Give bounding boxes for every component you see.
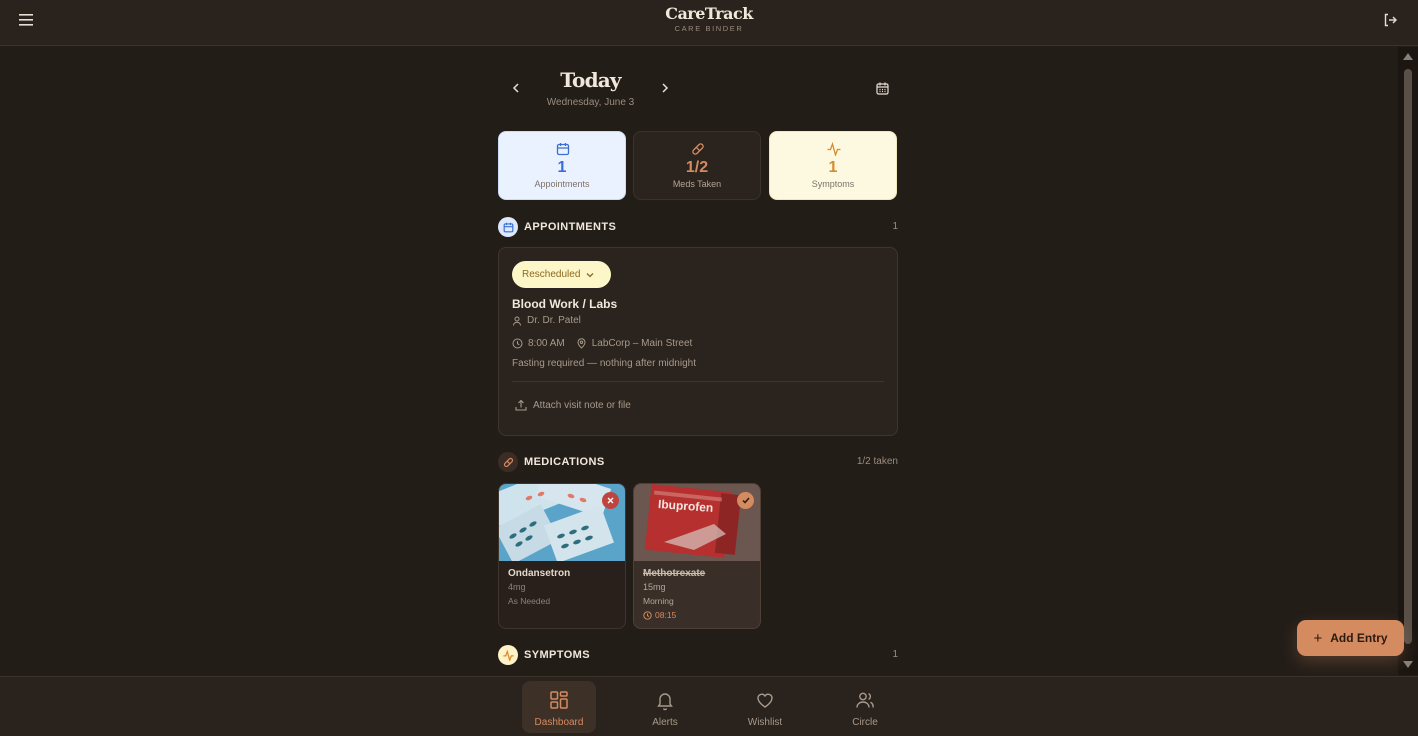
appointment-time: 8:00 AM [528, 338, 565, 349]
appointment-doctor: Dr. Dr. Patel [527, 315, 581, 326]
upload-icon [515, 399, 527, 411]
dashboard-icon [550, 691, 568, 709]
calendar-icon [498, 217, 518, 237]
pill-icon [692, 143, 704, 155]
section-title: APPOINTMENTS [524, 221, 617, 233]
nav-label: Circle [852, 717, 878, 728]
symptoms-section-header: SYMPTOMS 1 [498, 645, 898, 665]
plus-icon: + [1313, 629, 1323, 647]
section-count: 1 [892, 649, 898, 660]
close-icon[interactable] [602, 492, 619, 509]
day-title: Today [560, 68, 621, 92]
section-count: 1 [892, 221, 898, 232]
nav-item-alerts[interactable]: Alerts [628, 681, 702, 733]
stat-label: Symptoms [811, 179, 855, 189]
medication-card-ondansetron[interactable]: Ondansetron 4mg As Needed [498, 483, 626, 629]
stat-card-appointments[interactable]: 1 Appointments [498, 131, 626, 200]
pill-icon [498, 452, 518, 472]
stat-card-meds-taken[interactable]: 1/2 Meds Taken [633, 131, 761, 200]
calendar-icon [556, 143, 570, 156]
stat-label: Appointments [534, 179, 590, 189]
status-dropdown[interactable]: Rescheduled [512, 261, 611, 288]
previous-day-chevron-icon[interactable] [508, 80, 524, 96]
nav-item-wishlist[interactable]: Wishlist [728, 681, 802, 733]
nav-item-dashboard[interactable]: Dashboard [522, 681, 596, 733]
nav-label: Dashboard [534, 717, 584, 728]
medication-taken-time: 08:15 [643, 610, 676, 620]
next-day-chevron-icon[interactable] [657, 80, 673, 96]
clock-icon [643, 610, 652, 620]
stat-card-symptoms[interactable]: 1 Symptoms [769, 131, 897, 200]
clock-icon [512, 338, 523, 349]
activity-icon [498, 645, 518, 665]
stat-value: 1 [557, 159, 567, 176]
activity-icon [827, 142, 841, 156]
top-bar: CareTrack CARE BINDER [0, 0, 1418, 46]
attach-file-button[interactable]: Attach visit note or file [515, 399, 631, 411]
add-entry-label: Add Entry [1330, 631, 1388, 645]
attach-label: Attach visit note or file [533, 399, 631, 411]
medication-dose: 15mg [643, 582, 666, 592]
scroll-down-arrow-icon[interactable] [1403, 661, 1413, 668]
medication-name: Ondansetron [508, 568, 571, 579]
chevron-down-icon [586, 272, 594, 277]
stat-value: 1 [828, 159, 838, 176]
scrollbar[interactable] [1398, 47, 1418, 675]
scrollbar-thumb[interactable] [1404, 69, 1412, 644]
divider [512, 381, 884, 382]
scroll-up-arrow-icon[interactable] [1403, 53, 1413, 60]
bell-icon [657, 693, 673, 711]
medication-card-methotrexate[interactable]: Ibuprofen Methotrexate 15mg Morning 08:1… [633, 483, 761, 629]
appointment-note-text: Fasting required — nothing after midnigh… [512, 358, 696, 369]
brand-title: CareTrack [665, 4, 753, 23]
check-icon[interactable] [737, 492, 754, 509]
medication-frequency: As Needed [508, 596, 551, 606]
stat-label: Meds Taken [672, 179, 722, 189]
medication-time-text: 08:15 [655, 610, 677, 620]
appointment-doctor-row: Dr. Dr. Patel [512, 315, 581, 326]
calendar-picker-icon[interactable] [874, 80, 890, 96]
medication-frequency: Morning [643, 596, 674, 606]
medication-dose: 4mg [508, 582, 526, 592]
person-icon [513, 316, 521, 326]
day-subtitle: Wednesday, June 3 [546, 97, 635, 108]
nav-label: Wishlist [747, 717, 783, 728]
appointment-title: Blood Work / Labs [512, 297, 618, 311]
location-pin-icon [577, 338, 586, 349]
appointment-time-location-row: 8:00 AM LabCorp – Main Street [512, 338, 692, 349]
logout-icon[interactable] [1380, 10, 1400, 30]
medications-section-header: MEDICATIONS 1/2 taken [498, 452, 898, 472]
add-entry-button[interactable]: + Add Entry [1297, 620, 1404, 656]
appointment-card[interactable]: Rescheduled Blood Work / Labs Dr. Dr. Pa… [498, 247, 898, 436]
medication-name: Methotrexate [643, 568, 706, 579]
nav-item-circle[interactable]: Circle [828, 681, 902, 733]
status-label: Rescheduled [522, 269, 581, 280]
heart-icon [757, 693, 773, 708]
section-title: SYMPTOMS [524, 649, 590, 661]
section-title: MEDICATIONS [524, 456, 605, 468]
date-navigator: Today Wednesday, June 3 [498, 66, 898, 116]
stat-value: 1/2 [685, 159, 709, 176]
appointment-note: Fasting required — nothing after midnigh… [512, 358, 696, 369]
appointment-location: LabCorp – Main Street [591, 338, 693, 349]
brand-subtitle: CARE BINDER [674, 24, 744, 33]
section-count: 1/2 taken [856, 456, 898, 467]
users-icon [856, 692, 874, 708]
brand: CareTrack CARE BINDER [0, 4, 1418, 33]
appointments-section-header: APPOINTMENTS 1 [498, 217, 898, 237]
nav-label: Alerts [652, 717, 678, 728]
bottom-navigation: Dashboard Alerts Wishlist Circle [0, 676, 1418, 736]
